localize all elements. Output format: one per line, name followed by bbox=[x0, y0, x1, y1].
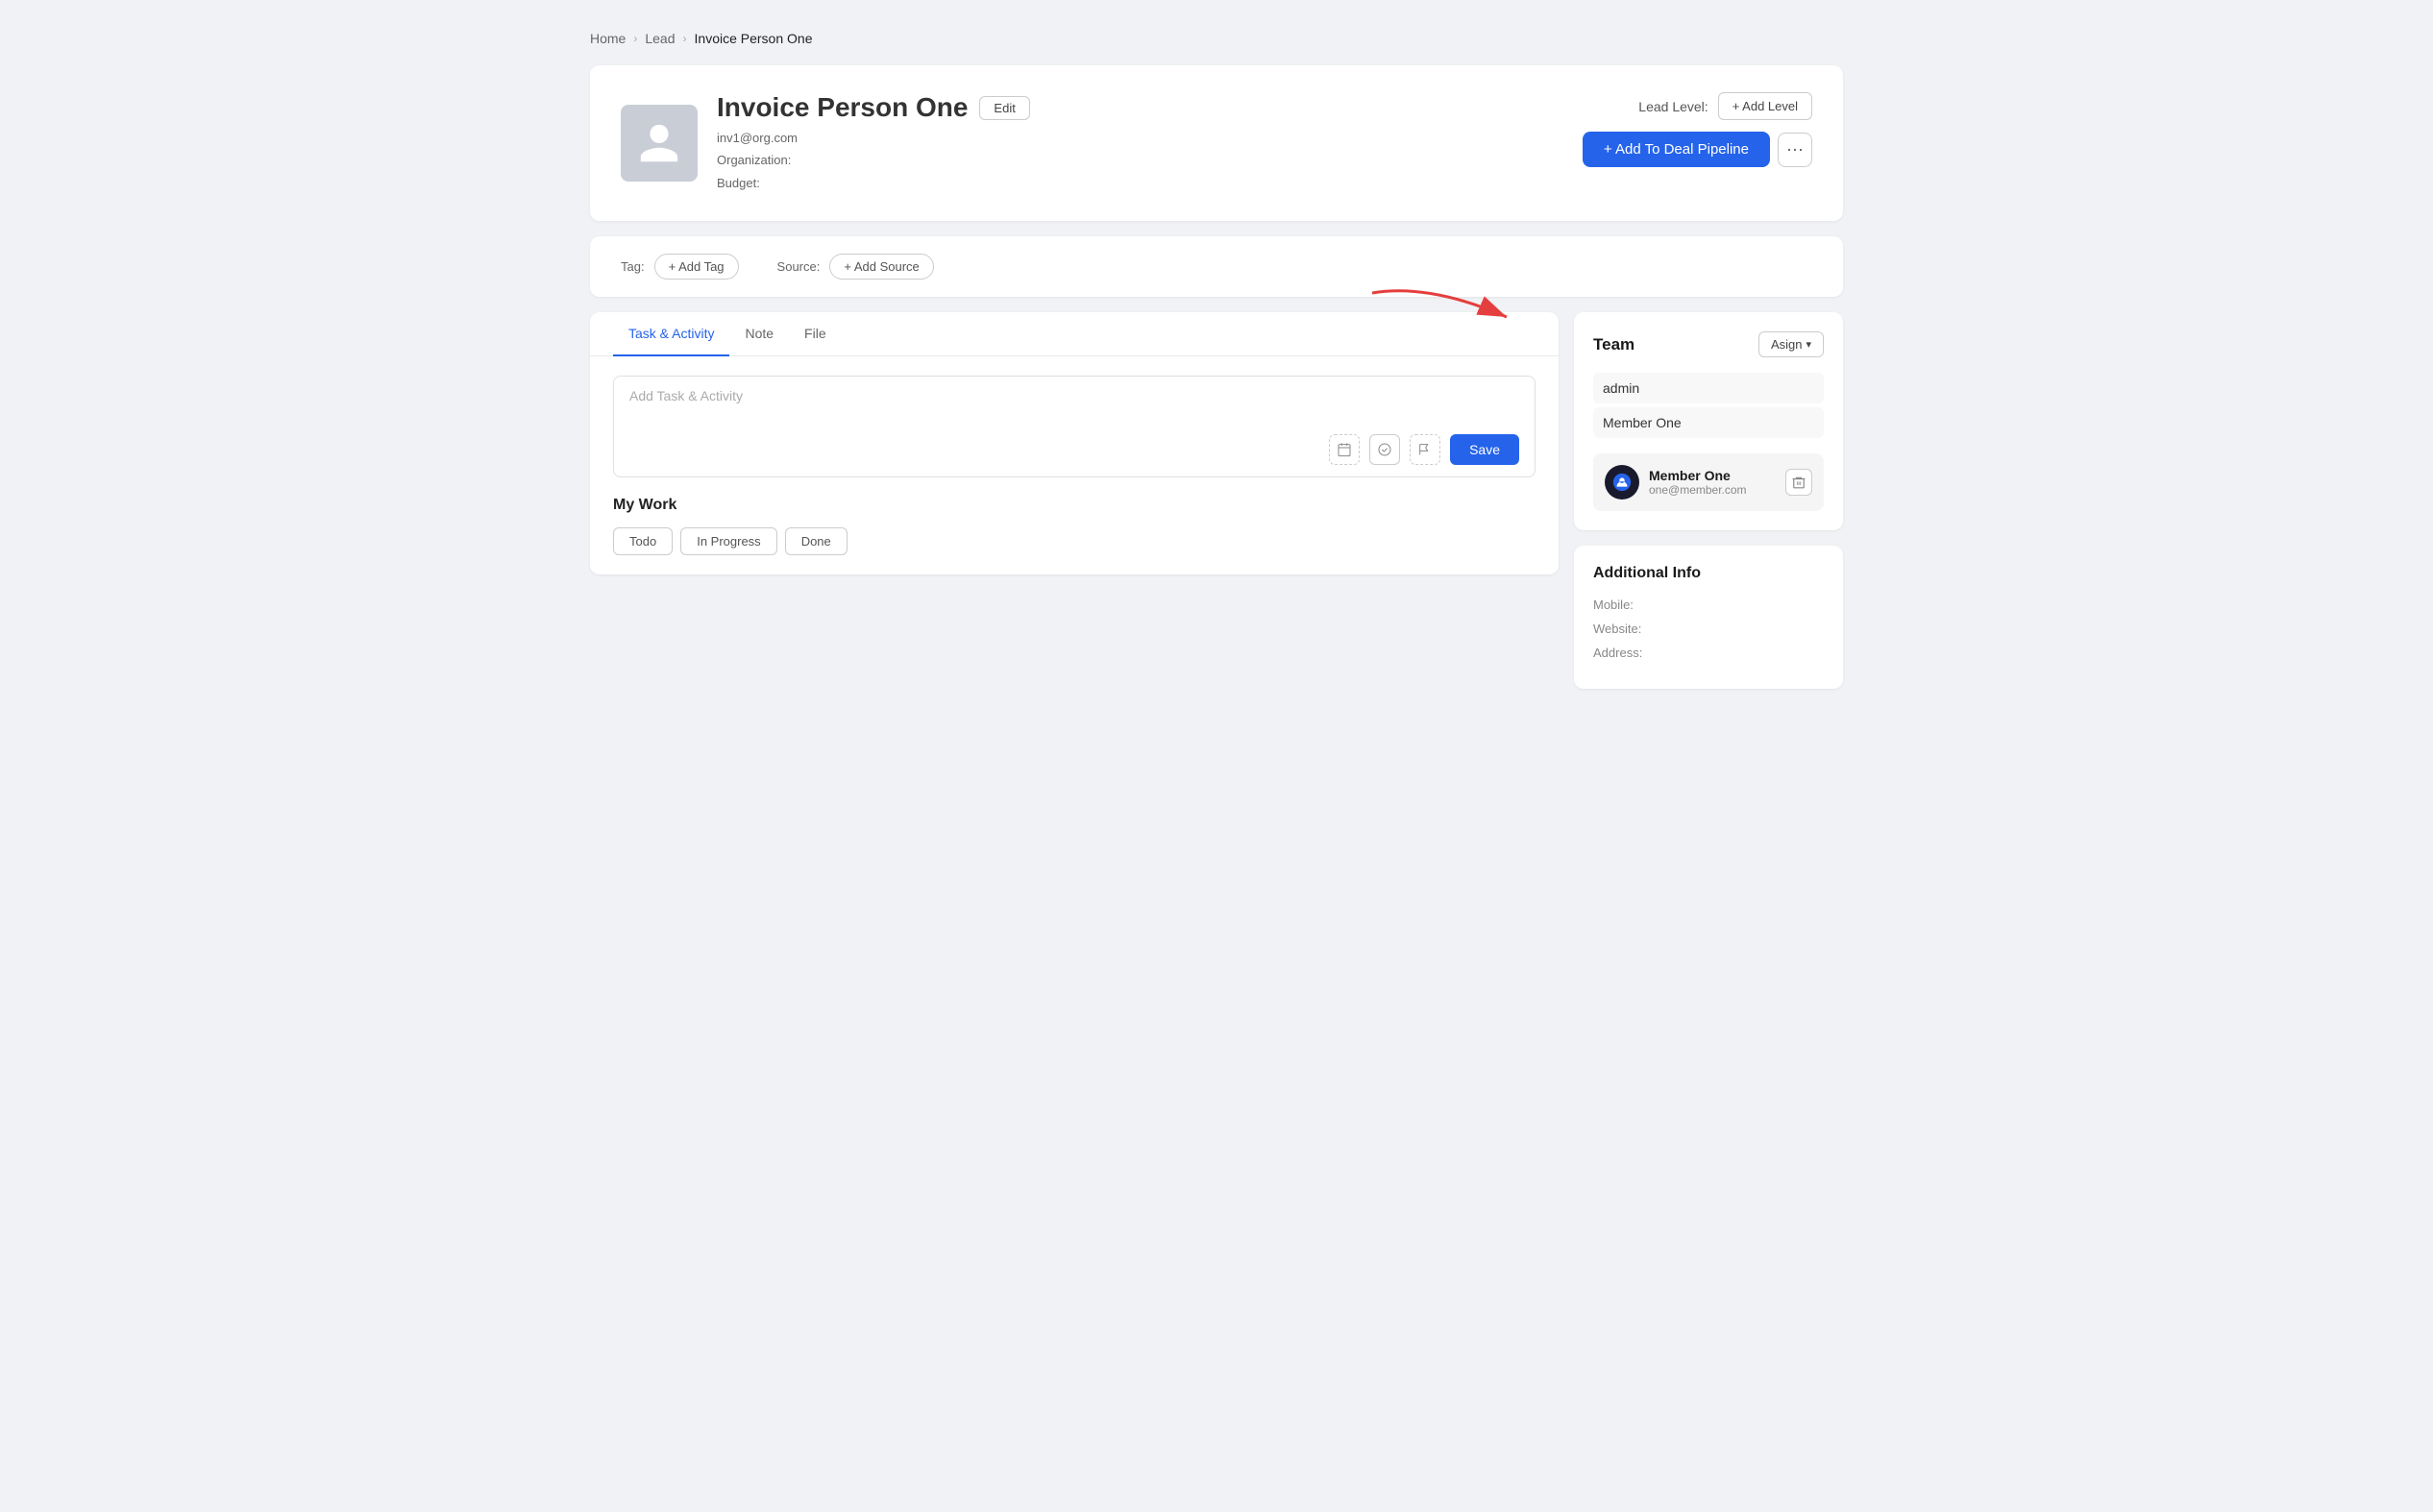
tab-task-activity[interactable]: Task & Activity bbox=[613, 312, 729, 356]
list-item: admin bbox=[1593, 373, 1824, 403]
add-level-button[interactable]: + Add Level bbox=[1718, 92, 1812, 120]
profile-name: Invoice Person One bbox=[717, 92, 968, 123]
team-list: admin Member One bbox=[1593, 373, 1824, 438]
more-options-button[interactable]: ··· bbox=[1778, 133, 1812, 167]
breadcrumb-lead[interactable]: Lead bbox=[645, 31, 675, 46]
my-work-section: My Work Todo In Progress Done bbox=[613, 497, 1536, 555]
address-label: Address: bbox=[1593, 646, 1656, 660]
flag-icon-btn[interactable] bbox=[1410, 434, 1440, 465]
member-name: Member One bbox=[1649, 468, 1747, 483]
profile-organization: Organization: bbox=[717, 149, 1030, 171]
list-item: Member One bbox=[1593, 407, 1824, 438]
task-input-placeholder[interactable]: Add Task & Activity bbox=[629, 388, 1519, 403]
filter-done[interactable]: Done bbox=[785, 527, 848, 555]
add-pipeline-button[interactable]: + Add To Deal Pipeline bbox=[1583, 132, 1770, 167]
member-email: one@member.com bbox=[1649, 483, 1747, 497]
tag-source-card: Tag: + Add Tag Source: + Add Source bbox=[590, 236, 1843, 297]
team-title: Team bbox=[1593, 335, 1634, 354]
filter-in-progress[interactable]: In Progress bbox=[680, 527, 776, 555]
save-button[interactable]: Save bbox=[1450, 434, 1519, 465]
additional-info-card: Additional Info Mobile: Website: Address… bbox=[1574, 546, 1843, 689]
check-circle-icon-btn[interactable] bbox=[1369, 434, 1400, 465]
avatar bbox=[621, 105, 698, 182]
member-avatar bbox=[1605, 465, 1639, 500]
task-input-area[interactable]: Add Task & Activity bbox=[613, 376, 1536, 477]
team-card: Team Asign ▾ admin Member One bbox=[1574, 312, 1843, 530]
tag-label: Tag: bbox=[621, 259, 645, 274]
edit-button[interactable]: Edit bbox=[979, 96, 1029, 120]
add-tag-button[interactable]: + Add Tag bbox=[654, 254, 739, 280]
profile-email: inv1@org.com bbox=[717, 127, 1030, 149]
breadcrumb-current: Invoice Person One bbox=[695, 31, 813, 46]
breadcrumb: Home › Lead › Invoice Person One bbox=[590, 31, 1843, 46]
work-filters: Todo In Progress Done bbox=[613, 527, 1536, 555]
member-delete-button[interactable] bbox=[1785, 469, 1812, 496]
member-card: Member One one@member.com bbox=[1593, 453, 1824, 511]
mobile-label: Mobile: bbox=[1593, 597, 1656, 612]
filter-todo[interactable]: Todo bbox=[613, 527, 673, 555]
task-panel: Task & Activity Note File Add Task & Act… bbox=[590, 312, 1559, 574]
tabs: Task & Activity Note File bbox=[590, 312, 1559, 356]
source-label: Source: bbox=[777, 259, 821, 274]
main-layout: Task & Activity Note File Add Task & Act… bbox=[590, 312, 1843, 689]
breadcrumb-home[interactable]: Home bbox=[590, 31, 626, 46]
profile-card: Invoice Person One Edit inv1@org.com Org… bbox=[590, 65, 1843, 221]
member-info: Member One one@member.com bbox=[1605, 465, 1747, 500]
my-work-title: My Work bbox=[613, 497, 1536, 514]
lead-level-label: Lead Level: bbox=[1638, 99, 1708, 114]
add-source-button[interactable]: + Add Source bbox=[829, 254, 933, 280]
additional-info-title: Additional Info bbox=[1593, 565, 1824, 582]
profile-budget: Budget: bbox=[717, 172, 1030, 194]
right-sidebar: Team Asign ▾ admin Member One bbox=[1574, 312, 1843, 689]
assign-button[interactable]: Asign ▾ bbox=[1758, 331, 1824, 357]
calendar-icon-btn[interactable] bbox=[1329, 434, 1360, 465]
tab-file[interactable]: File bbox=[789, 312, 842, 356]
breadcrumb-sep-1: › bbox=[633, 32, 637, 45]
tab-note[interactable]: Note bbox=[729, 312, 789, 356]
breadcrumb-sep-2: › bbox=[683, 32, 687, 45]
chevron-down-icon: ▾ bbox=[1806, 338, 1811, 351]
task-content: Add Task & Activity bbox=[590, 356, 1559, 574]
more-dots-icon: ··· bbox=[1786, 139, 1804, 159]
website-label: Website: bbox=[1593, 622, 1656, 636]
